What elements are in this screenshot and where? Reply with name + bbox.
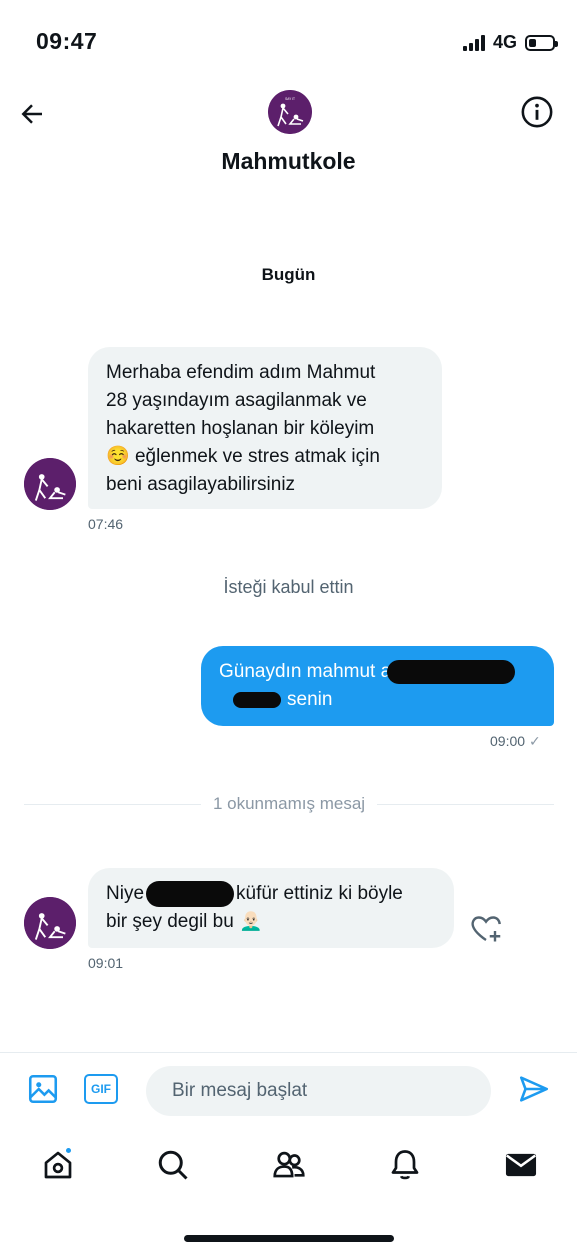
media-button[interactable] — [25, 1071, 61, 1107]
request-accepted-note: İsteği kabul ettin — [223, 577, 354, 597]
home-indicator — [184, 1235, 394, 1242]
info-button[interactable] — [519, 94, 555, 130]
message-line: beni asagilayabilirsiniz — [106, 474, 296, 495]
redaction-mark — [146, 880, 235, 907]
message-timestamp: 09:01 — [88, 955, 124, 971]
search-icon — [158, 1150, 188, 1180]
message-bubble-incoming[interactable]: Merhaba efendim adım Mahmut 28 yaşındayı… — [88, 347, 442, 509]
unread-divider: 1 okunmamış mesaj — [24, 792, 554, 816]
message-input[interactable] — [146, 1066, 491, 1116]
info-icon — [521, 96, 553, 128]
heart-plus-icon — [471, 916, 501, 942]
envelope-icon — [505, 1153, 537, 1177]
tab-home[interactable] — [37, 1144, 79, 1186]
message-line: 28 yaşındayım asagilanmak ve — [106, 390, 367, 411]
conversation-title[interactable]: Mahmutkole — [0, 148, 577, 175]
message-line: senin — [287, 689, 333, 710]
svg-text:SAY IT: SAY IT — [285, 97, 295, 101]
gif-icon: GIF — [84, 1074, 118, 1104]
tab-communities[interactable] — [268, 1144, 310, 1186]
avatar[interactable] — [24, 897, 76, 949]
gif-button[interactable]: GIF — [83, 1071, 119, 1107]
message-bubble-outgoing[interactable]: Günaydın mahmut a senin — [201, 646, 554, 726]
signal-icon — [462, 34, 485, 51]
message-line: küfür ettiniz ki böyle — [236, 883, 403, 904]
redaction-mark — [233, 691, 281, 708]
send-icon — [519, 1076, 549, 1102]
add-reaction-button[interactable] — [468, 910, 504, 946]
image-icon — [28, 1074, 58, 1104]
back-button[interactable] — [14, 96, 50, 132]
message-timestamp: 07:46 — [88, 516, 124, 532]
avatar[interactable] — [24, 458, 76, 510]
conversation-header: SAY IT Mahmutkole — [0, 80, 577, 190]
message-line: hakaretten hoşlanan bir köleyim — [106, 418, 375, 439]
sent-check-icon: ✓ — [528, 733, 541, 749]
message-timestamp: 09:00 ✓ — [490, 733, 541, 749]
status-time: 09:47 — [36, 28, 98, 54]
battery-icon — [525, 34, 558, 51]
status-indicators: 4G — [462, 32, 558, 53]
date-separator: Bugün — [261, 265, 316, 284]
tab-search[interactable] — [152, 1144, 194, 1186]
message-line: bir şey degil bu — [106, 911, 234, 932]
message-line: Niye — [106, 883, 145, 904]
message-composer: GIF — [0, 1052, 577, 1130]
tab-messages[interactable] — [500, 1144, 542, 1186]
unread-label: 1 okunmamış mesaj — [212, 794, 366, 813]
redaction-mark — [387, 659, 516, 684]
status-bar: 09:47 4G — [0, 0, 577, 80]
emoji: 👨🏻‍🦲 — [239, 911, 263, 932]
message-line: Günaydın mahmut a — [219, 661, 392, 682]
message-bubble-incoming[interactable]: Niye küfür ettiniz ki böyle bir şey degil… — [88, 868, 454, 948]
arrow-left-icon — [21, 104, 42, 124]
message-line: eğlenmek ve stres atmak için — [134, 446, 380, 467]
send-button[interactable] — [516, 1071, 552, 1107]
notification-dot — [64, 1146, 73, 1155]
bell-icon — [391, 1150, 419, 1180]
emoji: ☺️ — [106, 446, 130, 467]
communities-icon — [273, 1151, 305, 1178]
message-line: Merhaba efendim adım Mahmut — [106, 362, 376, 383]
bottom-tab-bar — [0, 1136, 577, 1196]
tab-notifications[interactable] — [384, 1144, 426, 1186]
avatar[interactable]: SAY IT — [268, 90, 312, 134]
network-type: 4G — [492, 32, 517, 52]
